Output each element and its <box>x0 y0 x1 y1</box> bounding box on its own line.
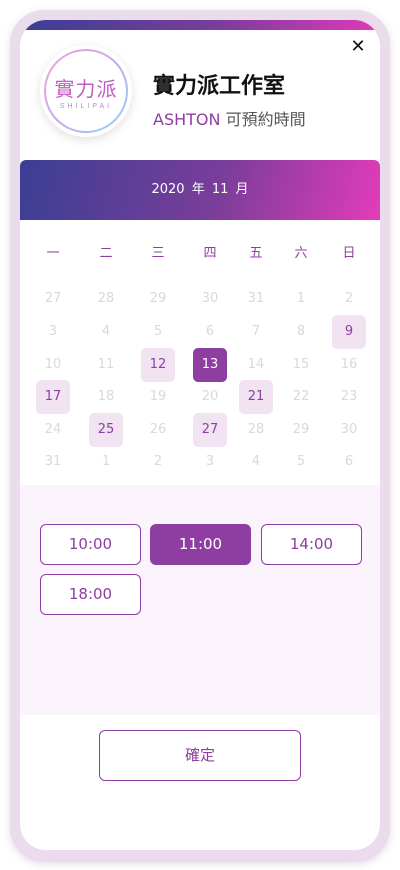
confirm-button[interactable]: 確定 <box>99 730 301 781</box>
calendar-day: 28 <box>97 291 115 306</box>
calendar-day: 2 <box>153 454 163 469</box>
calendar-day: 29 <box>292 422 310 437</box>
weekday-label: 二 <box>99 246 113 261</box>
logo-main-text: 實力派 <box>54 76 118 101</box>
weekday-label: 六 <box>294 246 308 261</box>
calendar-day-available[interactable]: 12 <box>141 348 175 382</box>
calendar-day: 1 <box>296 291 306 306</box>
subtitle-suffix: 可預約時間 <box>225 110 306 129</box>
calendar-day: 11 <box>97 357 115 372</box>
calendar-grid: 27 28 29 30 31 1 2 3 4 5 6 7 8 9 10 11 12 13 14 15 16 17 18 19 2… <box>20 282 380 482</box>
calendar-day: 26 <box>149 422 167 437</box>
logo-sub-text: SHILIPAI <box>59 102 113 110</box>
calendar-day: 14 <box>247 357 265 372</box>
calendar-day: 23 <box>340 389 358 404</box>
top-accent-strip <box>20 20 380 30</box>
calendar-day: 8 <box>296 324 306 339</box>
calendar-day-available[interactable]: 21 <box>239 380 273 414</box>
calendar-day-available[interactable]: 25 <box>89 413 123 447</box>
time-slot-button[interactable]: 11:00 <box>150 524 251 565</box>
time-slots-panel: 10:00 11:00 14:00 18:00 <box>20 485 380 715</box>
calendar-day-available[interactable]: 17 <box>36 380 70 414</box>
calendar-day-available[interactable]: 9 <box>332 315 366 349</box>
weekday-label: 四 <box>203 246 217 261</box>
calendar-day: 7 <box>251 324 261 339</box>
calendar-day: 6 <box>205 324 215 339</box>
time-slot-button[interactable]: 18:00 <box>40 574 141 615</box>
calendar-day: 22 <box>292 389 310 404</box>
calendar-day: 28 <box>247 422 265 437</box>
time-slot-button[interactable]: 10:00 <box>40 524 141 565</box>
calendar-day: 4 <box>101 324 111 339</box>
logo-ring: 實力派 SHILIPAI <box>44 49 128 133</box>
close-icon[interactable]: ✕ <box>347 36 369 58</box>
calendar-day: 31 <box>44 454 62 469</box>
calendar-day: 4 <box>251 454 261 469</box>
weekday-label: 一 <box>46 246 60 261</box>
weekday-label: 日 <box>342 246 356 261</box>
logo-inner: 實力派 SHILIPAI <box>46 51 126 131</box>
calendar-day: 5 <box>153 324 163 339</box>
booking-dialog: ✕ 實力派 SHILIPAI 實力派工作室 ASHTON 可預約時間 2020 … <box>20 20 380 850</box>
weekday-row: 一二三四五六日 <box>20 242 380 262</box>
calendar-day-available[interactable]: 27 <box>193 413 227 447</box>
calendar-day: 3 <box>205 454 215 469</box>
calendar-day: 31 <box>247 291 265 306</box>
calendar-day: 2 <box>344 291 354 306</box>
calendar-day-selected[interactable]: 13 <box>193 348 227 382</box>
calendar-day: 16 <box>340 357 358 372</box>
calendar-day: 10 <box>44 357 62 372</box>
calendar-day: 5 <box>296 454 306 469</box>
calendar-day: 6 <box>344 454 354 469</box>
calendar-day: 1 <box>101 454 111 469</box>
studio-logo: 實力派 SHILIPAI <box>40 45 132 137</box>
calendar-day: 30 <box>201 291 219 306</box>
calendar-day: 18 <box>97 389 115 404</box>
calendar-day: 3 <box>48 324 58 339</box>
studio-subtitle: ASHTON 可預約時間 <box>153 106 306 130</box>
calendar-day: 27 <box>44 291 62 306</box>
calendar-day: 19 <box>149 389 167 404</box>
calendar-day: 30 <box>340 422 358 437</box>
time-slot-button[interactable]: 14:00 <box>261 524 362 565</box>
studio-title: 實力派工作室 <box>153 74 286 99</box>
weekday-label: 五 <box>249 246 263 261</box>
weekday-label: 三 <box>151 246 165 261</box>
calendar-day: 20 <box>201 389 219 404</box>
calendar-day: 24 <box>44 422 62 437</box>
teacher-name: ASHTON <box>153 110 221 129</box>
calendar-day: 29 <box>149 291 167 306</box>
calendar-day: 15 <box>292 357 310 372</box>
month-header: 2020 年 11 月 <box>20 160 380 220</box>
